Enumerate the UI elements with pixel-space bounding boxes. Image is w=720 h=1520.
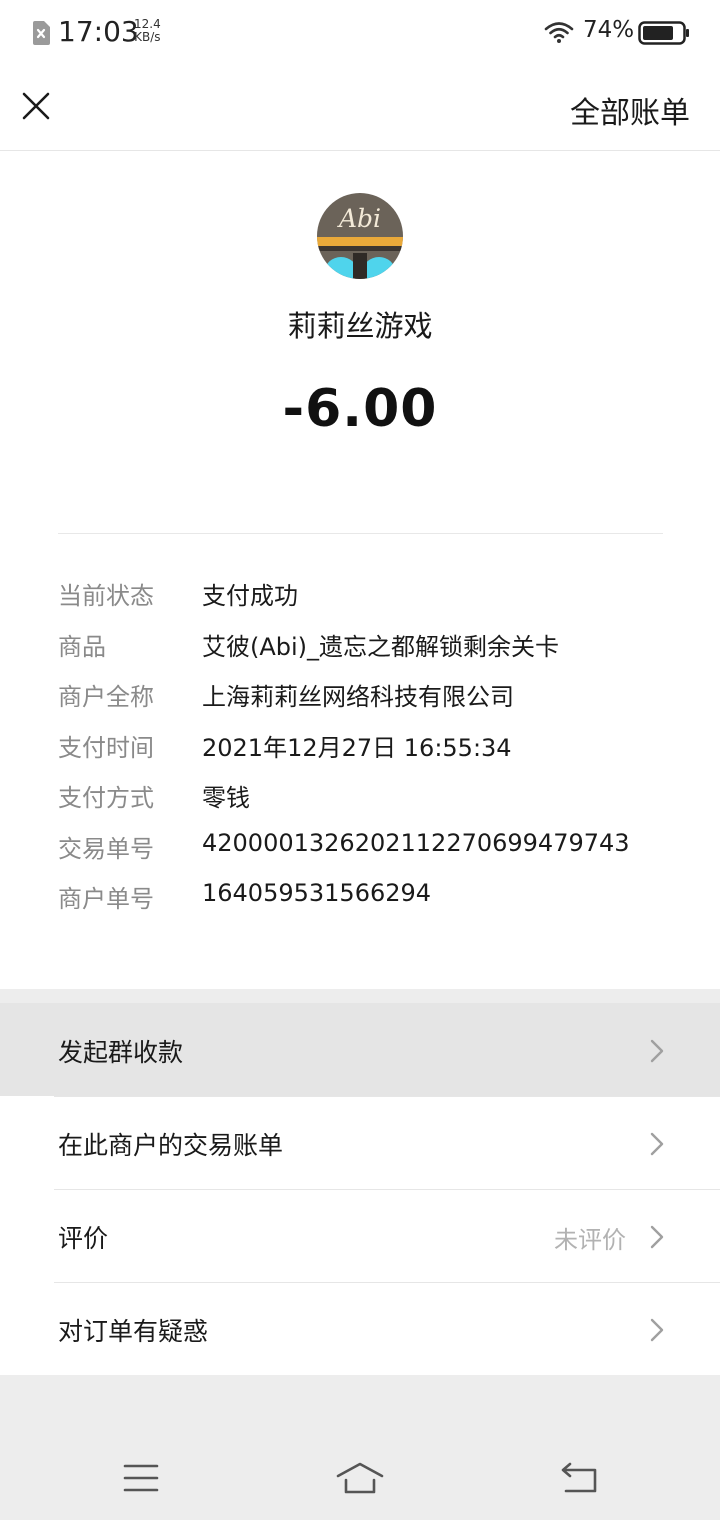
action-label: 发起群收款 (58, 1038, 184, 1067)
home-icon[interactable] (335, 1460, 385, 1496)
info-row-status: 当前状态 支付成功 (58, 576, 678, 627)
merchant-avatar: Abi (317, 193, 403, 279)
info-row-product: 商品 艾彼(Abi)_遗忘之都解锁剩余关卡 (58, 627, 678, 678)
info-value: 支付成功 (202, 582, 298, 610)
network-speed-unit: KB/s (134, 30, 161, 44)
info-label: 商户单号 (58, 885, 154, 913)
info-value: 164059531566294 (202, 879, 432, 907)
action-list: 发起群收款 在此商户的交易账单 评价 未评价 对订单有疑惑 (0, 1003, 720, 1375)
group-collection-button[interactable]: 发起群收款 (0, 1003, 720, 1096)
battery-icon (638, 21, 689, 45)
info-value: 零钱 (202, 784, 250, 812)
order-question-button[interactable]: 对订单有疑惑 (0, 1282, 720, 1375)
top-bar: 全部账单 (0, 66, 720, 151)
all-bills-link[interactable]: 全部账单 (570, 88, 690, 132)
back-icon[interactable] (554, 1460, 604, 1496)
transaction-detail-card: Abi 莉莉丝游戏 -6.00 当前状态 支付成功 商品 艾彼(Abi)_遗忘之… (0, 151, 720, 989)
info-label: 商品 (58, 632, 106, 661)
network-speed: 12.4 KB/s (134, 18, 161, 44)
merchant-bills-button[interactable]: 在此商户的交易账单 (0, 1096, 720, 1189)
info-label: 支付时间 (58, 733, 154, 762)
payment-amount: -6.00 (282, 379, 438, 439)
chevron-right-icon (650, 1132, 664, 1156)
chevron-right-icon (650, 1039, 664, 1063)
menu-icon[interactable] (116, 1460, 166, 1496)
chevron-right-icon (650, 1318, 664, 1342)
status-bar: 17:03 12.4 KB/s 74% (0, 0, 720, 66)
sim-error-icon (33, 21, 50, 45)
review-status: 未评价 (554, 1226, 626, 1254)
info-label: 商户全称 (58, 683, 154, 711)
info-value: 2021年12月27日 16:55:34 (202, 733, 512, 762)
action-label: 对订单有疑惑 (58, 1317, 209, 1346)
info-value: 上海莉莉丝网络科技有限公司 (202, 683, 514, 711)
merchant-name: 莉莉丝游戏 (287, 309, 433, 343)
info-label: 当前状态 (58, 582, 154, 610)
info-row-merchant-full-name: 商户全称 上海莉莉丝网络科技有限公司 (58, 677, 678, 728)
wifi-icon (544, 22, 574, 43)
divider (58, 533, 663, 534)
review-button[interactable]: 评价 未评价 (0, 1189, 720, 1282)
info-label: 交易单号 (58, 834, 154, 863)
system-nav-bar (0, 1430, 720, 1520)
chevron-right-icon (650, 1225, 664, 1249)
close-icon[interactable] (18, 88, 54, 124)
battery-percent: 74% (583, 17, 635, 43)
avatar-logo-text: Abi (337, 204, 381, 233)
status-time: 17:03 (58, 15, 139, 48)
info-label: 支付方式 (58, 784, 154, 812)
info-row-merchant-order-id: 商户单号 164059531566294 (58, 879, 678, 930)
info-value: 艾彼(Abi)_遗忘之都解锁剩余关卡 (202, 632, 560, 661)
info-row-transaction-id: 交易单号 4200001326202112270699479743 (58, 829, 678, 880)
info-value: 4200001326202112270699479743 (202, 828, 630, 857)
transaction-info-list: 当前状态 支付成功 商品 艾彼(Abi)_遗忘之都解锁剩余关卡 商户全称 上海莉… (58, 576, 678, 930)
merchant-logo: Abi (317, 193, 403, 279)
info-row-payment-time: 支付时间 2021年12月27日 16:55:34 (58, 728, 678, 779)
info-row-payment-method: 支付方式 零钱 (58, 778, 678, 829)
action-label: 在此商户的交易账单 (58, 1131, 284, 1160)
action-label: 评价 (58, 1224, 109, 1253)
